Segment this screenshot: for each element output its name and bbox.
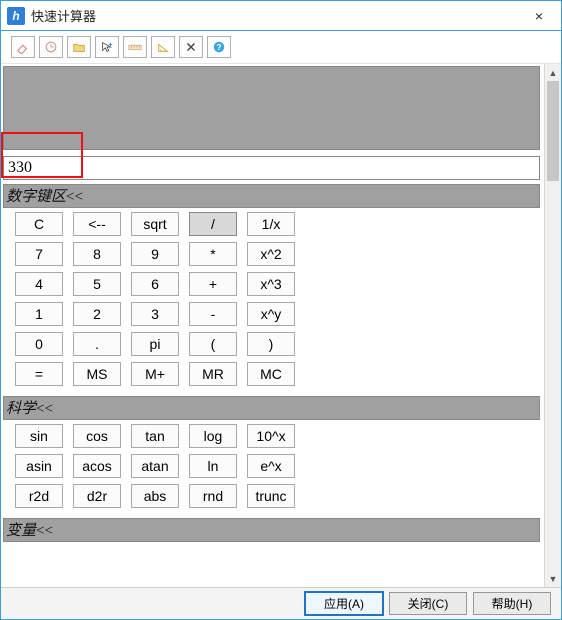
help-icon[interactable]: ? bbox=[207, 36, 231, 58]
help-button[interactable]: 帮助(H) bbox=[473, 592, 551, 615]
key-trunc[interactable]: trunc bbox=[247, 484, 295, 508]
key-5[interactable]: 5 bbox=[73, 272, 121, 296]
key-asin[interactable]: asin bbox=[15, 454, 63, 478]
scroll-down-icon[interactable]: ▼ bbox=[545, 570, 561, 587]
key-x3[interactable]: x^3 bbox=[247, 272, 295, 296]
scientific-keypad: sincostanlog 10^x asin acos atanln e^x r2d d2r a… bbox=[3, 424, 540, 508]
numeric-keypad: C <-- sqrt / 1/x 789 * x^2 456 + x^3 123-x^y 0. pi () =… bbox=[3, 212, 540, 386]
key-acos[interactable]: acos bbox=[73, 454, 121, 478]
input-row bbox=[3, 156, 540, 180]
key-6[interactable]: 6 bbox=[131, 272, 179, 296]
scroll-up-icon[interactable]: ▲ bbox=[545, 64, 561, 81]
ruler-icon[interactable] bbox=[123, 36, 147, 58]
key-rnd[interactable]: rnd bbox=[189, 484, 237, 508]
variables-section-header[interactable]: 变量<< bbox=[3, 518, 540, 542]
clear-x-icon[interactable] bbox=[179, 36, 203, 58]
key-atan[interactable]: atan bbox=[131, 454, 179, 478]
key-1x[interactable]: 1/x bbox=[247, 212, 295, 236]
close-icon: × bbox=[535, 8, 543, 24]
key-d2r[interactable]: d2r bbox=[73, 484, 121, 508]
display-panel bbox=[3, 66, 540, 150]
key-[interactable]: / bbox=[189, 212, 237, 236]
key-pi[interactable]: pi bbox=[131, 332, 179, 356]
key-7[interactable]: 7 bbox=[15, 242, 63, 266]
key-abs[interactable]: abs bbox=[131, 484, 179, 508]
window-close-button[interactable]: × bbox=[517, 1, 561, 30]
key-sqrt[interactable]: sqrt bbox=[131, 212, 179, 236]
key-[interactable]: * bbox=[189, 242, 237, 266]
key-mr[interactable]: MR bbox=[189, 362, 237, 386]
scientific-section-header[interactable]: 科学<< bbox=[3, 396, 540, 420]
key-10x[interactable]: 10^x bbox=[247, 424, 295, 448]
apply-button[interactable]: 应用(A) bbox=[305, 592, 383, 615]
scroll-area: 数字键区<< C<--sqrt/1/x789*x^2456+x^3123-x^y… bbox=[1, 64, 544, 587]
key-4[interactable]: 4 bbox=[15, 272, 63, 296]
expression-input[interactable] bbox=[3, 156, 540, 180]
footer-button-bar: 应用(A) 关闭(C) 帮助(H) bbox=[1, 587, 561, 619]
folder-icon[interactable] bbox=[67, 36, 91, 58]
key-9[interactable]: 9 bbox=[131, 242, 179, 266]
key-8[interactable]: 8 bbox=[73, 242, 121, 266]
key-ex[interactable]: e^x bbox=[247, 454, 295, 478]
titlebar: h 快速计算器 × bbox=[1, 1, 561, 31]
key-cos[interactable]: cos bbox=[73, 424, 121, 448]
key-m[interactable]: M+ bbox=[131, 362, 179, 386]
key-2[interactable]: 2 bbox=[73, 302, 121, 326]
key-c[interactable]: C bbox=[15, 212, 63, 236]
key-1[interactable]: 1 bbox=[15, 302, 63, 326]
chevron-left-icon: << bbox=[36, 401, 53, 417]
svg-text:?: ? bbox=[217, 43, 222, 52]
numeric-section-title: 数字键区 bbox=[6, 189, 66, 205]
key-xy[interactable]: x^y bbox=[247, 302, 295, 326]
eraser-icon[interactable] bbox=[11, 36, 35, 58]
pointer-plus-icon[interactable] bbox=[95, 36, 119, 58]
client-area: 数字键区<< C<--sqrt/1/x789*x^2456+x^3123-x^y… bbox=[1, 64, 561, 587]
key-ln[interactable]: ln bbox=[189, 454, 237, 478]
key-mc[interactable]: MC bbox=[247, 362, 295, 386]
key-log[interactable]: log bbox=[189, 424, 237, 448]
close-button[interactable]: 关闭(C) bbox=[389, 592, 467, 615]
angle-icon[interactable] bbox=[151, 36, 175, 58]
key-[interactable]: - bbox=[189, 302, 237, 326]
toolbar: ? bbox=[1, 31, 561, 64]
key-[interactable]: + bbox=[189, 272, 237, 296]
window-title: 快速计算器 bbox=[31, 6, 517, 25]
key-[interactable]: = bbox=[15, 362, 63, 386]
key-x2[interactable]: x^2 bbox=[247, 242, 295, 266]
key-sin[interactable]: sin bbox=[15, 424, 63, 448]
scroll-thumb[interactable] bbox=[547, 81, 559, 181]
key-tan[interactable]: tan bbox=[131, 424, 179, 448]
scientific-section-title: 科学 bbox=[6, 401, 36, 417]
key-3[interactable]: 3 bbox=[131, 302, 179, 326]
numeric-section-header[interactable]: 数字键区<< bbox=[3, 184, 540, 208]
app-icon: h bbox=[7, 7, 25, 25]
chevron-left-icon: << bbox=[66, 189, 83, 205]
chevron-left-icon: << bbox=[36, 523, 53, 539]
key-[interactable]: <-- bbox=[73, 212, 121, 236]
clock-icon[interactable] bbox=[39, 36, 63, 58]
variables-section-title: 变量 bbox=[6, 523, 36, 539]
scroll-track[interactable] bbox=[545, 81, 561, 570]
key-0[interactable]: 0 bbox=[15, 332, 63, 356]
key-[interactable]: ) bbox=[247, 332, 295, 356]
vertical-scrollbar[interactable]: ▲ ▼ bbox=[544, 64, 561, 587]
key-[interactable]: ( bbox=[189, 332, 237, 356]
key-[interactable]: . bbox=[73, 332, 121, 356]
key-r2d[interactable]: r2d bbox=[15, 484, 63, 508]
key-ms[interactable]: MS bbox=[73, 362, 121, 386]
